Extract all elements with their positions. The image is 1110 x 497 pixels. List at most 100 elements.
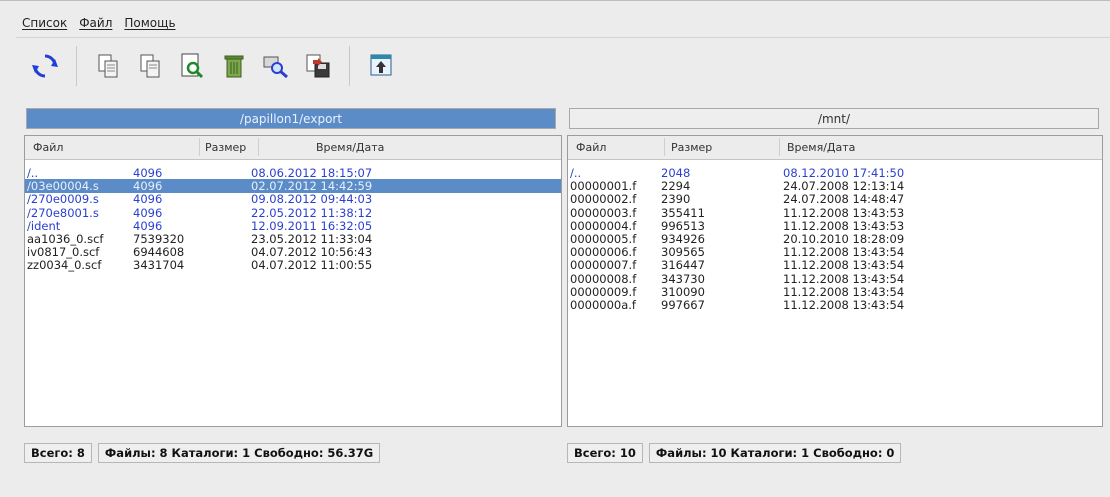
cell-size: 6944608 — [133, 245, 185, 260]
cell-name: 00000001.f — [570, 179, 637, 194]
cell-name: /ident — [27, 218, 61, 233]
menu-help[interactable]: Помощь — [124, 16, 175, 30]
cell-size: 310090 — [661, 284, 705, 299]
left-statusbar: Всего: 8 Файлы: 8 Каталоги: 1 Свободно: … — [24, 442, 381, 464]
right-status-total: Всего: 10 — [567, 443, 643, 463]
left-file-list[interactable]: Файл Размер Время/Дата /.. 4096 08.06.2012… — [24, 135, 562, 427]
table-row[interactable]: 0000000a.f 997667 11.12.2008 13:43:54 — [568, 298, 1102, 312]
table-row[interactable]: /270e0009.s 4096 09.08.2012 09:44:03 — [25, 192, 561, 206]
copy-icon — [98, 54, 118, 77]
cell-name: 00000005.f — [570, 232, 637, 246]
view-file-button[interactable] — [175, 46, 209, 86]
toolbar-separator — [76, 45, 77, 86]
cell-name: zz0034_0.scf — [27, 258, 102, 273]
table-row[interactable]: 00000008.f 343730 11.12.2008 13:43:54 — [568, 272, 1102, 286]
column-header-date[interactable]: Время/Дата — [316, 141, 384, 154]
cell-date: 24.07.2008 12:13:14 — [783, 179, 905, 194]
table-row[interactable]: 00000006.f 309565 11.12.2008 13:43:54 — [568, 245, 1102, 259]
cell-name: iv0817_0.scf — [27, 245, 100, 260]
menu-list[interactable]: Список — [22, 16, 67, 30]
cell-size: 2294 — [661, 179, 691, 194]
cell-size: 4096 — [133, 192, 163, 207]
save-button[interactable] — [301, 46, 335, 86]
table-row[interactable]: 00000009.f 310090 11.12.2008 13:43:54 — [568, 285, 1102, 299]
cell-size: 316447 — [661, 258, 705, 273]
menu-file[interactable]: Файл — [79, 16, 112, 30]
cell-size: 934926 — [661, 232, 705, 246]
cell-date: 23.05.2012 11:33:04 — [251, 232, 373, 246]
refresh-button[interactable] — [28, 46, 62, 86]
left-panel-path[interactable]: /papillon1/export — [26, 108, 556, 129]
copy-alt-icon — [140, 54, 160, 77]
cell-name: aa1036_0.scf — [27, 232, 104, 246]
cell-date: 02.07.2012 14:42:59 — [251, 179, 373, 194]
cell-date: 04.07.2012 10:56:43 — [251, 245, 373, 260]
cell-date: 11.12.2008 13:43:53 — [783, 218, 905, 233]
cell-date: 11.12.2008 13:43:54 — [783, 258, 905, 273]
cell-name: /270e0009.s — [27, 192, 99, 207]
table-row[interactable]: /03e00004.s 4096 02.07.2012 14:42:59 — [25, 179, 561, 194]
cell-date: 11.12.2008 13:43:53 — [783, 205, 905, 220]
left-list-header: Файл Размер Время/Дата — [25, 136, 561, 160]
table-row[interactable]: 00000001.f 2294 24.07.2008 12:13:14 — [568, 179, 1102, 193]
table-row[interactable]: 00000002.f 2390 24.07.2008 14:48:47 — [568, 192, 1102, 206]
cell-size: 343730 — [661, 271, 705, 286]
cell-name: 00000004.f — [570, 218, 637, 233]
column-header-size[interactable]: Размер — [671, 141, 712, 154]
cell-name: 00000008.f — [570, 271, 637, 286]
find-button[interactable] — [259, 46, 293, 86]
toolbar-separator — [349, 45, 350, 86]
table-row[interactable]: 00000004.f 996513 11.12.2008 13:43:53 — [568, 219, 1102, 233]
cell-name: 00000009.f — [570, 284, 637, 299]
cell-name: /03e00004.s — [27, 179, 99, 194]
cell-date: 04.07.2012 11:00:55 — [251, 258, 373, 273]
cell-size: 2048 — [661, 166, 691, 180]
table-row[interactable]: 00000003.f 355411 11.12.2008 13:43:53 — [568, 206, 1102, 220]
file-manager-window: Список Файл Помощь /papillon1/export Фай… — [0, 0, 1110, 497]
cell-date: 11.12.2008 13:43:54 — [783, 284, 905, 299]
upload-icon — [370, 54, 392, 75]
right-panel-path[interactable]: /mnt/ — [569, 108, 1099, 129]
column-header-name[interactable]: Файл — [33, 141, 63, 154]
cell-date: 09.08.2012 09:44:03 — [251, 192, 373, 207]
table-row[interactable]: 00000007.f 316447 11.12.2008 13:43:54 — [568, 258, 1102, 272]
cell-name: 00000003.f — [570, 205, 637, 220]
cell-name: /.. — [570, 166, 582, 180]
table-row[interactable]: 00000005.f 934926 20.10.2010 18:28:09 — [568, 232, 1102, 246]
copy-alt-button[interactable] — [133, 46, 167, 86]
column-header-size[interactable]: Размер — [205, 141, 246, 154]
cell-name: 0000000a.f — [570, 298, 636, 312]
table-row[interactable]: /270e8001.s 4096 22.05.2012 11:38:12 — [25, 206, 561, 220]
table-row[interactable]: /ident 4096 12.09.2011 16:32:05 — [25, 219, 561, 233]
right-list-header: Файл Размер Время/Дата — [568, 136, 1102, 160]
cell-date: 24.07.2008 14:48:47 — [783, 192, 905, 207]
cell-date: 12.09.2011 16:32:05 — [251, 218, 373, 233]
cell-name: /270e8001.s — [27, 205, 99, 220]
table-row[interactable]: /.. 2048 08.12.2010 17:41:50 — [568, 166, 1102, 180]
cell-size: 4096 — [133, 166, 163, 180]
cell-date: 11.12.2008 13:43:54 — [783, 271, 905, 286]
cell-date: 20.10.2010 18:28:09 — [783, 232, 905, 246]
cell-name: 00000002.f — [570, 192, 637, 207]
cell-size: 3431704 — [133, 258, 185, 273]
column-header-date[interactable]: Время/Дата — [787, 141, 855, 154]
cell-date: 08.12.2010 17:41:50 — [783, 166, 905, 180]
cell-date: 08.06.2012 18:15:07 — [251, 166, 373, 180]
cell-date: 11.12.2008 13:43:54 — [783, 245, 905, 260]
left-status-total: Всего: 8 — [24, 443, 92, 463]
table-row[interactable]: aa1036_0.scf 7539320 23.05.2012 11:33:04 — [25, 232, 561, 246]
copy-button[interactable] — [91, 46, 125, 86]
cell-date: 22.05.2012 11:38:12 — [251, 205, 373, 220]
upload-button[interactable] — [364, 46, 398, 86]
table-row[interactable]: iv0817_0.scf 6944608 04.07.2012 10:56:43 — [25, 245, 561, 259]
table-row[interactable]: zz0034_0.scf 3431704 04.07.2012 11:00:55 — [25, 258, 561, 272]
table-row[interactable]: /.. 4096 08.06.2012 18:15:07 — [25, 166, 561, 180]
cell-size: 4096 — [133, 205, 163, 220]
right-status-summary: Файлы: 10 Каталоги: 1 Свободно: 0 — [648, 443, 902, 463]
cell-size: 997667 — [661, 298, 705, 312]
column-header-name[interactable]: Файл — [576, 141, 606, 154]
right-file-list[interactable]: Файл Размер Время/Дата /.. 2048 08.12.2010… — [567, 135, 1103, 427]
cell-name: 00000006.f — [570, 245, 637, 260]
delete-button[interactable] — [217, 46, 251, 86]
cell-size: 4096 — [133, 179, 163, 194]
